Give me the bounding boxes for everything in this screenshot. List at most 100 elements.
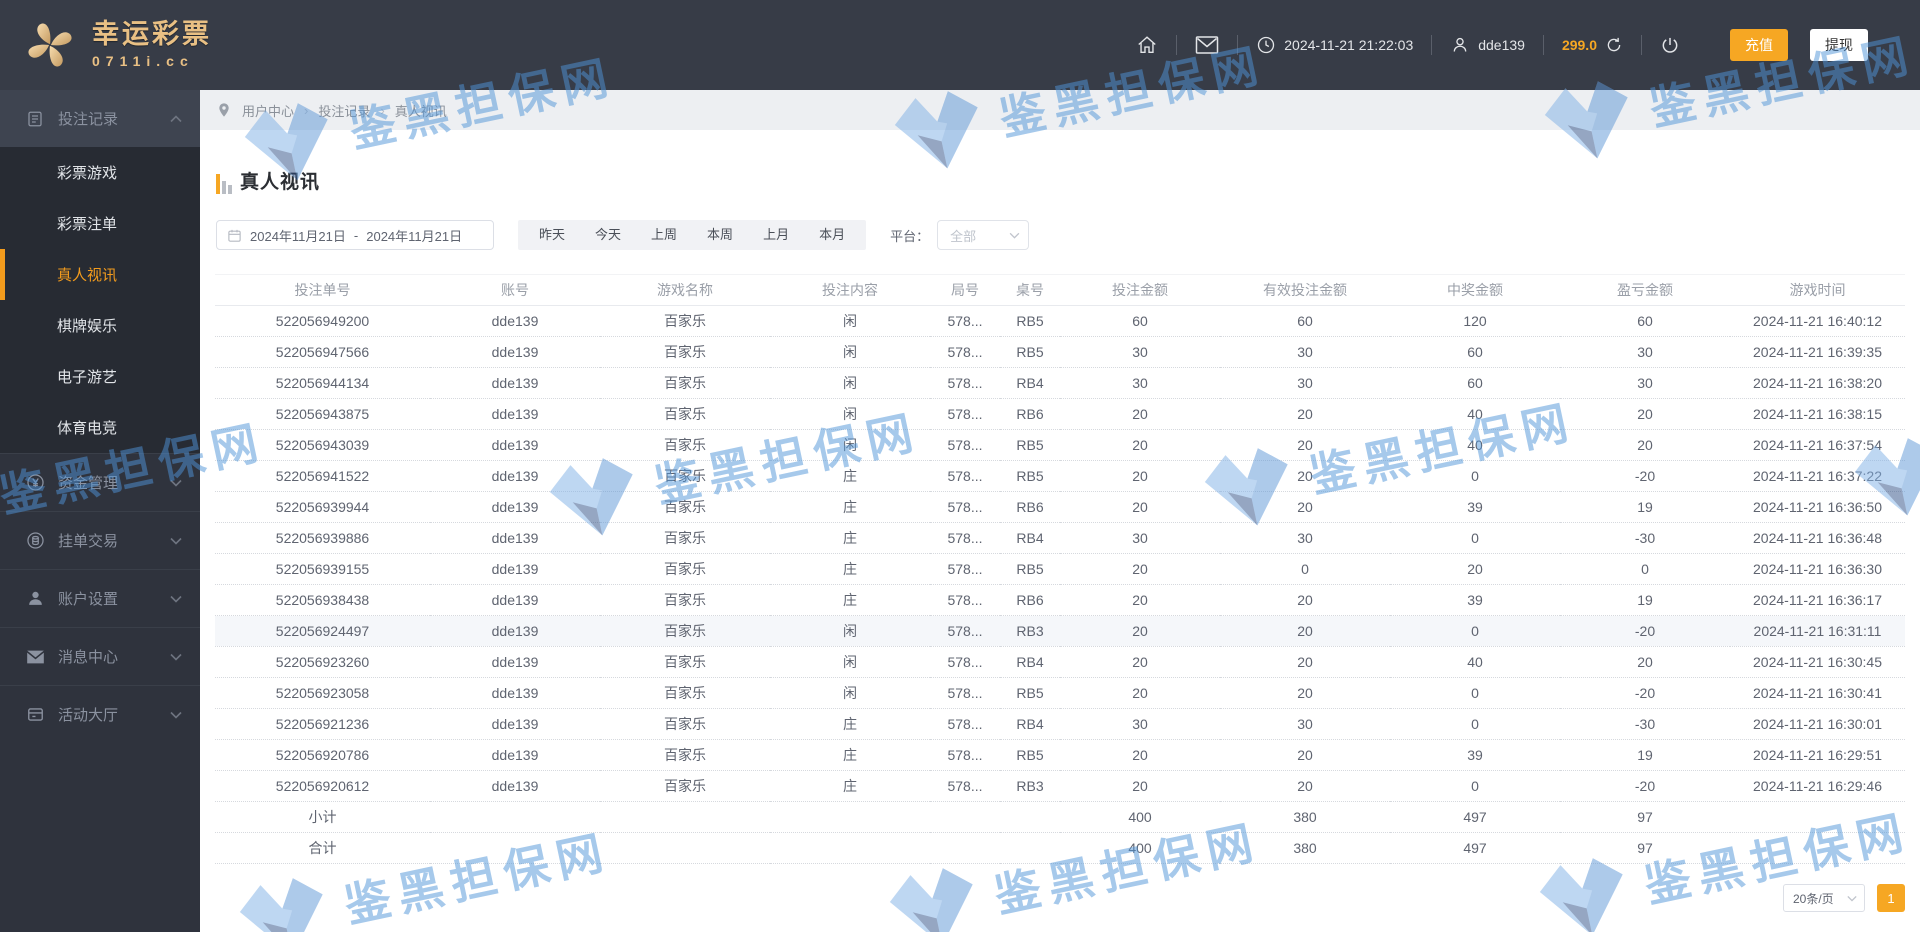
sidebar-group-pending-orders[interactable]: 挂单交易 bbox=[0, 511, 200, 569]
brand-logo[interactable]: 幸运彩票 0711i.cc bbox=[0, 17, 212, 73]
bet-records-submenu: 彩票游戏 彩票注单 真人视讯 棋牌娱乐 电子游艺 体育电竞 bbox=[0, 147, 200, 453]
user-icon bbox=[1453, 37, 1467, 52]
cell-valid-bet-amount: 20 bbox=[1220, 584, 1390, 616]
table-row[interactable]: 522056920612 dde139 百家乐 庄 578... RB3 20 … bbox=[215, 770, 1905, 802]
platform-label: 平台： bbox=[890, 228, 930, 244]
sidebar-group-bet-records[interactable]: 投注记录 bbox=[0, 90, 200, 147]
cell-profit-loss: 20 bbox=[1560, 646, 1730, 678]
table-row[interactable]: 522056939155 dde139 百家乐 庄 578... RB5 20 … bbox=[215, 553, 1905, 585]
quick-range-yesterday[interactable]: 昨天 bbox=[524, 220, 580, 250]
cell-win-amount: 60 bbox=[1390, 367, 1560, 399]
cell-win-amount: 0 bbox=[1390, 770, 1560, 802]
col-profit-loss: 盈亏金额 bbox=[1560, 274, 1730, 306]
cell-account: dde139 bbox=[430, 522, 600, 554]
cell-order-id: 522056947566 bbox=[215, 336, 430, 368]
date-range-input[interactable]: 2024年11月21日 - 2024年11月21日 bbox=[216, 220, 494, 250]
cell-bet-content: 闲 bbox=[770, 367, 930, 399]
platform-select[interactable]: 全部 bbox=[937, 220, 1030, 250]
page-number-button[interactable]: 1 bbox=[1877, 884, 1905, 912]
cell-round-id: 578... bbox=[930, 615, 1000, 647]
sidebar-group-message-center[interactable]: 消息中心 bbox=[0, 627, 200, 685]
sidebar-item-live-video[interactable]: 真人视讯 bbox=[0, 249, 200, 300]
quick-range-this-month[interactable]: 本月 bbox=[804, 220, 860, 250]
table-row[interactable]: 522056941522 dde139 百家乐 庄 578... RB5 20 … bbox=[215, 460, 1905, 492]
cell-game-time: 2024-11-21 16:29:51 bbox=[1730, 739, 1905, 771]
cell-round-id: 578... bbox=[930, 584, 1000, 616]
table-row[interactable]: 522056947566 dde139 百家乐 闲 578... RB5 30 … bbox=[215, 336, 1905, 368]
cell-game-name: 百家乐 bbox=[600, 584, 770, 616]
quick-range-last-month[interactable]: 上月 bbox=[748, 220, 804, 250]
cell-bet-content: 庄 bbox=[770, 708, 930, 740]
cell-game-name: 百家乐 bbox=[600, 677, 770, 709]
table-row[interactable]: 522056923058 dde139 百家乐 闲 578... RB5 20 … bbox=[215, 677, 1905, 709]
breadcrumb-user-center[interactable]: 用户中心 bbox=[242, 101, 294, 120]
pagination: 20条/页 1 bbox=[215, 884, 1905, 912]
cell-table-id: RB4 bbox=[1000, 522, 1060, 554]
table-row[interactable]: 522056943875 dde139 百家乐 闲 578... RB6 20 … bbox=[215, 398, 1905, 430]
recharge-button[interactable]: 充值 bbox=[1730, 29, 1788, 61]
cell-account: dde139 bbox=[430, 739, 600, 771]
cell-table-id: RB4 bbox=[1000, 646, 1060, 678]
col-order-id: 投注单号 bbox=[215, 274, 430, 306]
cell-bet-amount: 30 bbox=[1060, 522, 1220, 554]
cell-round-id: 578... bbox=[930, 398, 1000, 430]
breadcrumb: 用户中心 › 投注记录 › 真人视讯 bbox=[200, 90, 1920, 130]
cell-order-id: 522056920612 bbox=[215, 770, 430, 802]
refresh-icon[interactable] bbox=[1605, 36, 1623, 54]
breadcrumb-bet-records[interactable]: 投注记录 bbox=[318, 101, 370, 120]
logout-power-icon[interactable] bbox=[1660, 35, 1680, 55]
platform-selected-value: 全部 bbox=[950, 228, 977, 244]
table-row[interactable]: 522056920786 dde139 百家乐 庄 578... RB5 20 … bbox=[215, 739, 1905, 771]
chevron-up-icon bbox=[170, 110, 182, 127]
cell-game-time: 2024-11-21 16:38:15 bbox=[1730, 398, 1905, 430]
table-row[interactable]: 522056923260 dde139 百家乐 闲 578... RB4 20 … bbox=[215, 646, 1905, 678]
cell-round-id: 578... bbox=[930, 429, 1000, 461]
total-row: 合计 400 380 497 97 bbox=[215, 832, 1905, 864]
table-row[interactable]: 522056939886 dde139 百家乐 庄 578... RB4 30 … bbox=[215, 522, 1905, 554]
separator bbox=[1641, 35, 1642, 55]
table-row[interactable]: 522056921236 dde139 百家乐 庄 578... RB4 30 … bbox=[215, 708, 1905, 740]
table-row[interactable]: 522056924497 dde139 百家乐 闲 578... RB3 20 … bbox=[215, 615, 1905, 647]
sidebar-group-account-settings[interactable]: 账户设置 bbox=[0, 569, 200, 627]
person-icon bbox=[24, 588, 46, 610]
cell-account: dde139 bbox=[430, 491, 600, 523]
home-icon[interactable] bbox=[1136, 34, 1158, 56]
cell-bet-content: 闲 bbox=[770, 677, 930, 709]
sidebar-item-electronic-games[interactable]: 电子游艺 bbox=[0, 351, 200, 402]
cell-valid-bet-amount: 20 bbox=[1220, 460, 1390, 492]
table-row[interactable]: 522056938438 dde139 百家乐 庄 578... RB6 20 … bbox=[215, 584, 1905, 616]
sidebar-group-activity-hall[interactable]: 活动大厅 bbox=[0, 685, 200, 743]
sidebar-item-label: 体育电竞 bbox=[57, 420, 118, 437]
cell-game-name: 百家乐 bbox=[600, 739, 770, 771]
date-end: 2024年11月21日 bbox=[366, 228, 463, 244]
subtotal-label: 小计 bbox=[215, 801, 430, 833]
cell-profit-loss: 30 bbox=[1560, 367, 1730, 399]
table-row[interactable]: 522056939944 dde139 百家乐 庄 578... RB6 20 … bbox=[215, 491, 1905, 523]
user-account[interactable]: dde139 bbox=[1450, 35, 1525, 55]
cell-profit-loss: 19 bbox=[1560, 584, 1730, 616]
sidebar-item-board-games[interactable]: 棋牌娱乐 bbox=[0, 300, 200, 351]
sidebar-item-lottery-orders[interactable]: 彩票注单 bbox=[0, 198, 200, 249]
total-bet: 400 bbox=[1060, 832, 1220, 864]
table-row[interactable]: 522056943039 dde139 百家乐 闲 578... RB5 20 … bbox=[215, 429, 1905, 461]
mail-icon[interactable] bbox=[1195, 35, 1219, 55]
sidebar-group-funds[interactable]: 资金管理 bbox=[0, 453, 200, 511]
quick-range-last-week[interactable]: 上周 bbox=[636, 220, 692, 250]
cell-game-name: 百家乐 bbox=[600, 491, 770, 523]
cell-game-name: 百家乐 bbox=[600, 708, 770, 740]
withdraw-button[interactable]: 提现 bbox=[1810, 29, 1868, 61]
quick-range-this-week[interactable]: 本周 bbox=[692, 220, 748, 250]
sidebar-item-lottery-games[interactable]: 彩票游戏 bbox=[0, 147, 200, 198]
sidebar-item-sports-esports[interactable]: 体育电竞 bbox=[0, 402, 200, 453]
separator bbox=[1237, 35, 1239, 55]
table-row[interactable]: 522056949200 dde139 百家乐 闲 578... RB5 60 … bbox=[215, 305, 1905, 337]
brand-domain: 0711i.cc bbox=[92, 53, 194, 70]
datetime-text: 2024-11-21 21:22:03 bbox=[1284, 37, 1414, 53]
table-row[interactable]: 522056944134 dde139 百家乐 闲 578... RB4 30 … bbox=[215, 367, 1905, 399]
cell-round-id: 578... bbox=[930, 522, 1000, 554]
quick-range-today[interactable]: 今天 bbox=[580, 220, 636, 250]
cell-order-id: 522056944134 bbox=[215, 367, 430, 399]
cell-order-id: 522056939155 bbox=[215, 553, 430, 585]
cell-account: dde139 bbox=[430, 367, 600, 399]
page-size-select[interactable]: 20条/页 bbox=[1783, 884, 1865, 912]
